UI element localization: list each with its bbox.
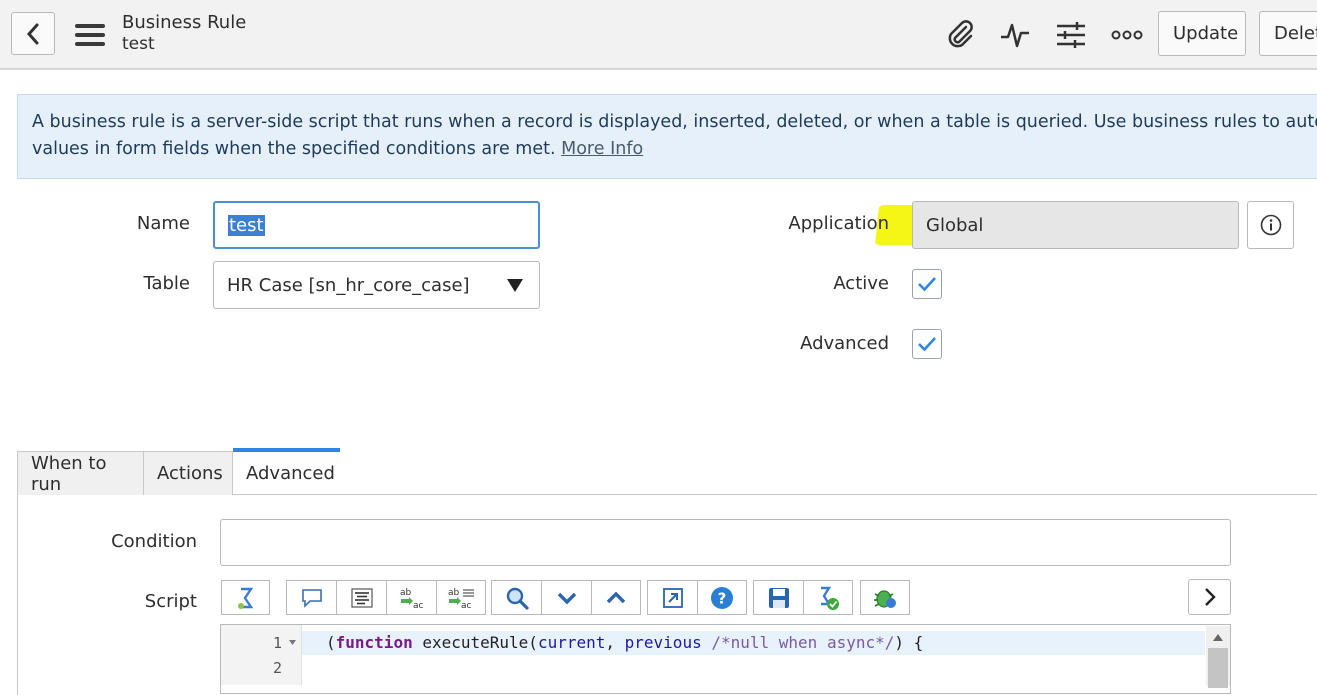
replace-all-button[interactable]: ab ac [436, 580, 486, 615]
back-button[interactable] [11, 12, 55, 55]
format-code-icon [350, 587, 373, 608]
table-select[interactable]: HR Case [sn_hr_core_case] [213, 261, 540, 309]
tab-actions[interactable]: Actions [144, 451, 233, 495]
paperclip-icon[interactable] [943, 18, 977, 52]
settings-sliders-icon[interactable] [1054, 18, 1088, 52]
search-button[interactable] [491, 580, 541, 615]
scroll-up-icon [1213, 634, 1223, 641]
fullscreen-button[interactable] [647, 580, 697, 615]
editor-scrollbar[interactable] [1206, 626, 1230, 688]
svg-text:ac: ac [413, 601, 424, 610]
replace-button[interactable]: ab ac [386, 580, 436, 615]
comment-icon [301, 588, 322, 608]
condition-input[interactable] [220, 519, 1231, 566]
record-name: test [122, 34, 155, 54]
debug-bug-icon [874, 589, 896, 608]
advanced-checkbox[interactable] [912, 329, 942, 359]
menu-icon[interactable] [75, 24, 105, 46]
line-number: 2 [273, 659, 283, 677]
checkmark-icon [918, 337, 936, 352]
update-button[interactable]: Update [1158, 11, 1246, 56]
expand-icon [662, 587, 683, 608]
table-label: Table [143, 273, 190, 294]
save-toolbar-group [753, 580, 853, 615]
find-previous-button[interactable] [591, 580, 641, 615]
tab-advanced[interactable]: Advanced [233, 448, 340, 494]
name-value: test [228, 214, 265, 236]
info-text-line-1: A business rule is a server-side script … [32, 112, 1317, 132]
application-label: Application [788, 213, 889, 234]
save-button[interactable] [753, 580, 803, 615]
condition-label: Condition [111, 531, 197, 552]
info-icon [1260, 214, 1281, 236]
chevron-up-icon [606, 591, 626, 603]
svg-text:ab: ab [448, 588, 460, 598]
activity-icon[interactable] [998, 18, 1032, 52]
info-message: A business rule is a server-side script … [17, 94, 1317, 179]
active-checkbox[interactable] [912, 269, 942, 299]
active-label: Active [833, 273, 889, 294]
validate-script-button[interactable] [803, 580, 853, 615]
scroll-thumb[interactable] [1208, 648, 1228, 688]
help-button[interactable]: ? [697, 580, 747, 615]
info-text-line-2: values in form fields when the specified… [32, 139, 556, 159]
replace-all-icon: abac [448, 588, 474, 610]
svg-text:?: ? [718, 589, 727, 607]
fold-arrow-icon[interactable] [289, 640, 296, 645]
search-icon [506, 587, 529, 610]
advanced-label: Advanced [800, 333, 889, 354]
find-next-button[interactable] [541, 580, 591, 615]
svg-text:ab: ab [400, 588, 412, 598]
format-code-button[interactable] [336, 580, 386, 615]
line-number: 1 [273, 634, 283, 652]
more-icon[interactable] [1110, 18, 1144, 52]
back-icon [26, 23, 39, 44]
delete-button[interactable]: Delet [1259, 11, 1317, 56]
syntax-toggle-icon [237, 587, 253, 609]
page-title: Business Rule [122, 12, 247, 33]
checkmark-icon [918, 277, 936, 292]
save-icon [768, 587, 789, 608]
format-toolbar-group: ab ac ab ac [286, 580, 486, 615]
application-info-button[interactable] [1247, 201, 1294, 249]
line-number-gutter [221, 625, 302, 685]
chevron-down-icon [557, 592, 576, 604]
svg-text:ac: ac [461, 601, 472, 610]
dropdown-arrow-icon [507, 279, 523, 292]
replace-icon: abac [400, 588, 424, 610]
code-line-1: (function executeRule(current, previous … [326, 633, 924, 652]
expand-toolbar-button[interactable] [1188, 579, 1231, 615]
comment-button[interactable] [286, 580, 336, 615]
help-toolbar-group: ? [647, 580, 747, 615]
script-debugger-button[interactable] [860, 580, 910, 615]
name-input[interactable]: test [213, 201, 540, 249]
highlight-overlay [875, 205, 1014, 245]
script-label: Script [144, 591, 197, 612]
chevron-right-icon [1204, 588, 1216, 606]
table-value: HR Case [sn_hr_core_case] [227, 274, 470, 296]
name-label: Name [136, 213, 190, 234]
search-toolbar-group [491, 580, 641, 615]
more-info-link[interactable]: More Info [561, 139, 643, 159]
tab-when-to-run[interactable]: When to run [17, 451, 144, 495]
toggle-syntax-editor-button[interactable] [221, 580, 270, 615]
validate-icon [821, 586, 839, 610]
help-icon: ? [711, 586, 733, 609]
